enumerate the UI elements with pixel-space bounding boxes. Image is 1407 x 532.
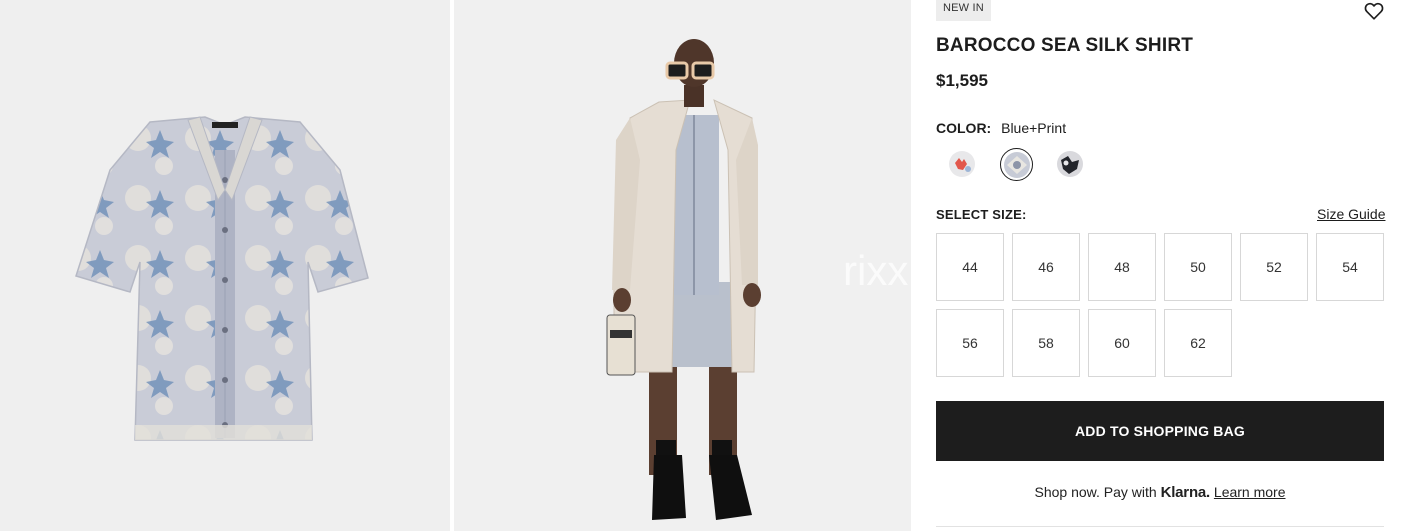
size-option[interactable]: 48 (1088, 233, 1156, 301)
color-label: COLOR: (936, 120, 992, 136)
klarna-message: Shop now. Pay with Klarna. Learn more (936, 484, 1384, 501)
product-title: BAROCCO SEA SILK SHIRT (936, 35, 1194, 56)
wishlist-heart-icon[interactable] (1363, 0, 1385, 22)
product-price: $1,595 (936, 71, 988, 90)
color-swatch-blue-print[interactable] (1000, 148, 1033, 181)
new-in-badge: NEW IN (936, 0, 991, 21)
select-size-label: SELECT SIZE: (936, 207, 1027, 222)
size-option[interactable]: 60 (1088, 309, 1156, 377)
klarna-logo: Klarna. (1160, 484, 1211, 501)
size-guide-link[interactable]: Size Guide (1317, 206, 1385, 222)
size-option[interactable]: 58 (1012, 309, 1080, 377)
size-option[interactable]: 44 (936, 233, 1004, 301)
divider (936, 526, 1384, 532)
color-swatch-black-print[interactable] (1055, 149, 1085, 179)
color-swatch-coral-print[interactable] (947, 149, 977, 179)
color-selector-label: COLOR: Blue+Print (936, 120, 1066, 136)
size-option[interactable]: 56 (936, 309, 1004, 377)
shirt-illustration (75, 116, 369, 441)
size-option[interactable]: 54 (1316, 233, 1384, 301)
klarna-prefix: Shop now. Pay with (1034, 484, 1157, 500)
product-image-shirt[interactable] (0, 0, 450, 531)
size-option[interactable]: 52 (1240, 233, 1308, 301)
size-option[interactable]: 46 (1012, 233, 1080, 301)
size-option[interactable]: 50 (1164, 233, 1232, 301)
size-option[interactable]: 62 (1164, 309, 1232, 377)
add-to-shopping-bag-button[interactable]: ADD TO SHOPPING BAG (936, 401, 1384, 461)
color-value: Blue+Print (1001, 120, 1067, 136)
learn-more-link[interactable]: Learn more (1214, 484, 1286, 500)
watermark-text: rixx (843, 247, 909, 294)
